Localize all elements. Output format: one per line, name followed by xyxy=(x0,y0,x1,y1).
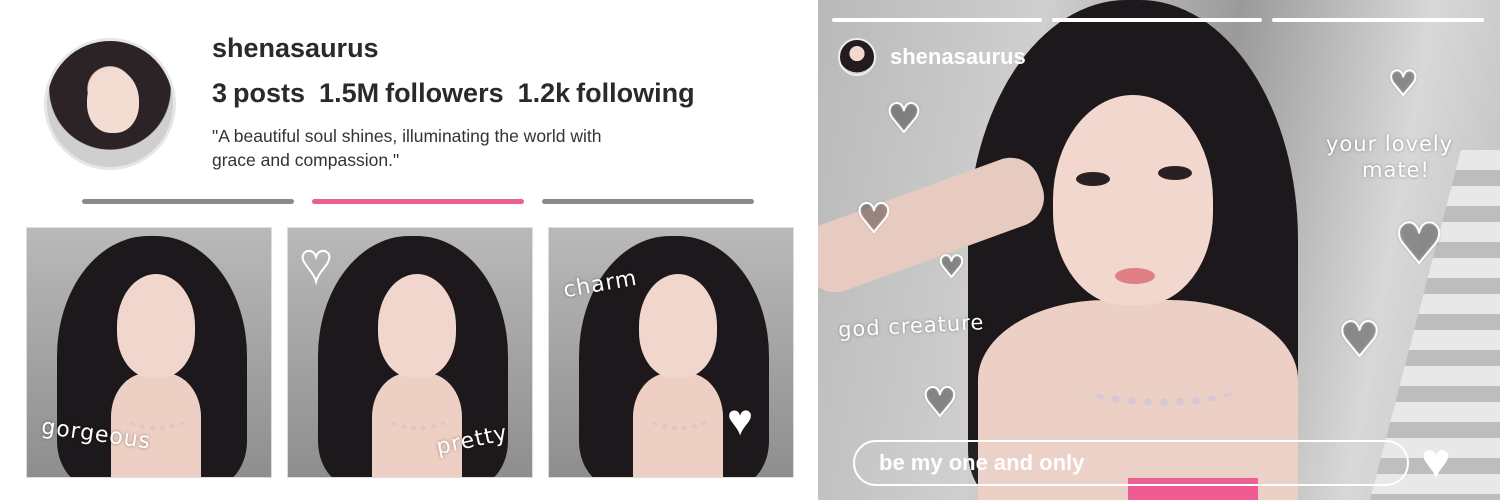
tab-indicator-1[interactable] xyxy=(82,199,294,204)
post-tile-3[interactable]: charm ♥ xyxy=(548,227,794,478)
stat-posts[interactable]: 3 posts xyxy=(212,78,305,109)
bio-line-1: "A beautiful soul shines, illuminating t… xyxy=(212,126,602,146)
post-tile-1[interactable]: gorgeous xyxy=(26,227,272,478)
sticker-mate: mate! xyxy=(1362,158,1430,182)
post-photo-necklace xyxy=(388,406,448,430)
story-progress-2 xyxy=(1052,18,1262,22)
avatar-face xyxy=(87,69,139,133)
bio-line-2: grace and compassion." xyxy=(212,150,400,170)
stat-following[interactable]: 1.2k following xyxy=(518,78,695,109)
profile-panel: shenasaurus 3 posts 1.5M followers 1.2k … xyxy=(0,0,818,500)
profile-username[interactable]: shenasaurus xyxy=(212,33,379,64)
story-avatar[interactable] xyxy=(838,38,876,76)
heart-doodle-icon: ♥ xyxy=(885,95,923,143)
story-photo-choker xyxy=(1086,372,1236,406)
post-photo-face xyxy=(639,274,717,378)
post-photo-necklace xyxy=(127,406,187,430)
profile-stats: 3 posts 1.5M followers 1.2k following xyxy=(212,78,695,109)
story-username[interactable]: shenasaurus xyxy=(890,44,1026,70)
heart-doodle-icon: ♥ xyxy=(1337,311,1382,369)
heart-doodle-icon: ♥ xyxy=(1393,211,1445,278)
story-progress-3 xyxy=(1272,18,1484,22)
tab-indicator-2-active[interactable] xyxy=(312,199,524,204)
heart-doodle-icon: ♥ xyxy=(299,232,333,294)
heart-doodle-icon: ♥ xyxy=(937,249,966,286)
post-photo-necklace xyxy=(649,406,709,430)
story-photo-lips xyxy=(1115,268,1155,284)
heart-doodle-icon: ♥ xyxy=(1387,63,1420,105)
story-header[interactable]: shenasaurus xyxy=(838,38,1026,76)
profile-avatar[interactable] xyxy=(44,38,176,170)
sticker-your-lovely: your lovely xyxy=(1326,132,1454,156)
heart-doodle-icon: ♥ xyxy=(921,379,959,427)
heart-icon: ♥ xyxy=(727,396,754,445)
tab-indicator-3[interactable] xyxy=(542,199,754,204)
sticker-god-creature: god creature xyxy=(837,310,985,342)
stat-following-value: 1.2k xyxy=(517,78,571,108)
post-photo-face xyxy=(117,274,195,378)
post-tile-2[interactable]: ♥ pretty xyxy=(287,227,533,478)
stat-followers-value: 1.5M xyxy=(319,78,380,108)
story-photo-eye-right xyxy=(1158,166,1192,180)
stat-followers[interactable]: 1.5M followers xyxy=(319,78,504,109)
heart-doodle-icon: ♥ xyxy=(855,195,893,243)
story-progress-1 xyxy=(832,18,1042,22)
stat-posts-value: 3 xyxy=(212,78,228,108)
stat-followers-label: followers xyxy=(385,78,504,108)
story-photo-eye-left xyxy=(1076,172,1110,186)
profile-bio: "A beautiful soul shines, illuminating t… xyxy=(212,124,732,172)
heart-icon[interactable]: ♥ xyxy=(1421,436,1451,486)
tab-indicators xyxy=(82,199,754,204)
stat-following-label: following xyxy=(576,78,695,108)
story-viewer[interactable]: shenasaurus ♥ ♥ ♥ ♥ ♥ ♥ ♥ your lovely ma… xyxy=(818,0,1500,500)
story-reply-text: be my one and only xyxy=(879,450,1085,475)
stat-posts-label: posts xyxy=(233,78,306,108)
post-grid: gorgeous ♥ pretty charm ♥ xyxy=(26,227,794,478)
story-reply-field[interactable]: be my one and only xyxy=(853,440,1409,486)
post-photo-face xyxy=(378,274,456,378)
